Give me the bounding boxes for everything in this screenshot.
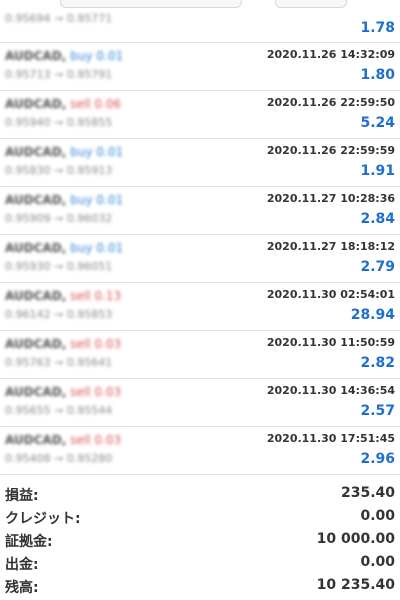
- summary-balance-row: 残高: 10 235.40: [0, 575, 400, 598]
- trade-side: buy 0.01: [70, 193, 124, 207]
- summary-label: 損益:: [5, 488, 39, 504]
- trade-profit: 2.57: [360, 403, 395, 419]
- summary-value: 10 000.00: [316, 531, 395, 547]
- price-range: 0.95940 → 0.95855: [5, 116, 113, 129]
- trade-profit: 1.91: [360, 163, 395, 179]
- trade-time: 2020.11.30 02:54:01: [266, 288, 395, 301]
- trade-symbol-line: AUDCAD, sell 0.06: [5, 97, 121, 111]
- trade-time: 2020.11.26 14:32:09: [266, 48, 395, 61]
- summary-label: 残高:: [5, 580, 39, 596]
- trade-profit: 2.96: [360, 451, 395, 467]
- price-range: 0.95763 → 0.95641: [5, 356, 113, 369]
- account-summary: 損益: 235.40 クレジット: 0.00 証拠金: 10 000.00 出金…: [0, 483, 400, 598]
- trade-symbol: AUDCAD,: [5, 241, 67, 255]
- trade-row[interactable]: AUDCAD, sell 0.06 0.95940 → 0.95855 2020.…: [0, 91, 400, 139]
- trade-symbol: AUDCAD,: [5, 337, 67, 351]
- trade-symbol: AUDCAD,: [5, 385, 67, 399]
- trade-symbol-line: AUDCAD, buy 0.01: [5, 241, 123, 255]
- trade-symbol-line: AUDCAD, buy 0.01: [5, 49, 123, 63]
- trade-profit: 1.80: [360, 67, 395, 83]
- trade-row[interactable]: AUDCAD, buy 0.01 0.95830 → 0.95913 2020.1…: [0, 139, 400, 187]
- summary-profit-row: 損益: 235.40: [0, 483, 400, 506]
- trade-row[interactable]: AUDCAD, sell 0.03 0.95763 → 0.95641 2020.…: [0, 331, 400, 379]
- summary-deposit-row: 証拠金: 10 000.00: [0, 529, 400, 552]
- trade-side: buy 0.01: [70, 49, 124, 63]
- price-range: 0.95694 → 0.95771: [5, 12, 113, 25]
- trade-profit: 2.84: [360, 211, 395, 227]
- trade-row[interactable]: AUDCAD, sell 0.03 0.95408 → 0.95280 2020.…: [0, 427, 400, 475]
- trade-time: 2020.11.26 22:59:50: [266, 96, 395, 109]
- trade-time: 2020.11.30 17:51:45: [266, 432, 395, 445]
- price-range: 0.95830 → 0.95913: [5, 164, 113, 177]
- trade-side: buy 0.01: [70, 241, 124, 255]
- price-range: 0.95655 → 0.95544: [5, 404, 113, 417]
- trade-history-list: 0.95694 → 0.95771 1.78 AUDCAD, buy 0.01 0…: [0, 6, 400, 475]
- price-range: 0.95909 → 0.96032: [5, 212, 113, 225]
- trade-row[interactable]: AUDCAD, buy 0.01 0.95909 → 0.96032 2020.1…: [0, 187, 400, 235]
- trade-symbol-line: AUDCAD, buy 0.01: [5, 193, 123, 207]
- trade-row[interactable]: 0.95694 → 0.95771 1.78: [0, 6, 400, 43]
- price-range: 0.96142 → 0.95853: [5, 308, 113, 321]
- trade-side: buy 0.01: [70, 145, 124, 159]
- trade-profit: 2.82: [360, 355, 395, 371]
- summary-value: 10 235.40: [316, 577, 395, 593]
- price-range: 0.95713 → 0.95791: [5, 68, 113, 81]
- trade-time: 2020.11.26 22:59:59: [266, 144, 395, 157]
- summary-withdrawal-row: 出金: 0.00: [0, 552, 400, 575]
- trade-profit: 1.78: [360, 20, 395, 36]
- trade-symbol: AUDCAD,: [5, 289, 67, 303]
- trade-symbol: AUDCAD,: [5, 145, 67, 159]
- summary-label: クレジット:: [5, 511, 81, 527]
- trade-symbol: AUDCAD,: [5, 193, 67, 207]
- trade-symbol-line: AUDCAD, sell 0.03: [5, 433, 121, 447]
- price-range: 0.95408 → 0.95280: [5, 452, 113, 465]
- trade-profit: 2.79: [360, 259, 395, 275]
- trade-symbol-line: AUDCAD, sell 0.13: [5, 289, 121, 303]
- trade-time: 2020.11.27 18:18:12: [266, 240, 395, 253]
- trade-symbol: AUDCAD,: [5, 433, 67, 447]
- trade-symbol-line: AUDCAD, buy 0.01: [5, 145, 123, 159]
- summary-value: 235.40: [340, 485, 395, 501]
- trade-symbol-line: AUDCAD, sell 0.03: [5, 337, 121, 351]
- trade-side: sell 0.03: [70, 337, 122, 351]
- price-range: 0.95930 → 0.96051: [5, 260, 113, 273]
- trade-row[interactable]: AUDCAD, sell 0.13 0.96142 → 0.95853 2020.…: [0, 283, 400, 331]
- summary-label: 証拠金:: [5, 534, 53, 550]
- trade-side: sell 0.06: [70, 97, 122, 111]
- trade-symbol: AUDCAD,: [5, 97, 67, 111]
- trade-profit: 5.24: [360, 115, 395, 131]
- trade-side: sell 0.13: [70, 289, 122, 303]
- trade-time: 2020.11.30 11:50:59: [266, 336, 395, 349]
- summary-value: 0.00: [360, 508, 395, 524]
- trade-profit: 28.94: [350, 307, 395, 323]
- trade-symbol: AUDCAD,: [5, 49, 67, 63]
- summary-value: 0.00: [360, 554, 395, 570]
- summary-label: 出金:: [5, 557, 39, 573]
- summary-credit-row: クレジット: 0.00: [0, 506, 400, 529]
- trade-side: sell 0.03: [70, 433, 122, 447]
- trade-row[interactable]: AUDCAD, sell 0.03 0.95655 → 0.95544 2020.…: [0, 379, 400, 427]
- trade-time: 2020.11.30 14:36:54: [266, 384, 395, 397]
- trade-time: 2020.11.27 10:28:36: [266, 192, 395, 205]
- trade-row[interactable]: AUDCAD, buy 0.01 0.95713 → 0.95791 2020.1…: [0, 43, 400, 91]
- trade-side: sell 0.03: [70, 385, 122, 399]
- trade-row[interactable]: AUDCAD, buy 0.01 0.95930 → 0.96051 2020.1…: [0, 235, 400, 283]
- trade-symbol-line: AUDCAD, sell 0.03: [5, 385, 121, 399]
